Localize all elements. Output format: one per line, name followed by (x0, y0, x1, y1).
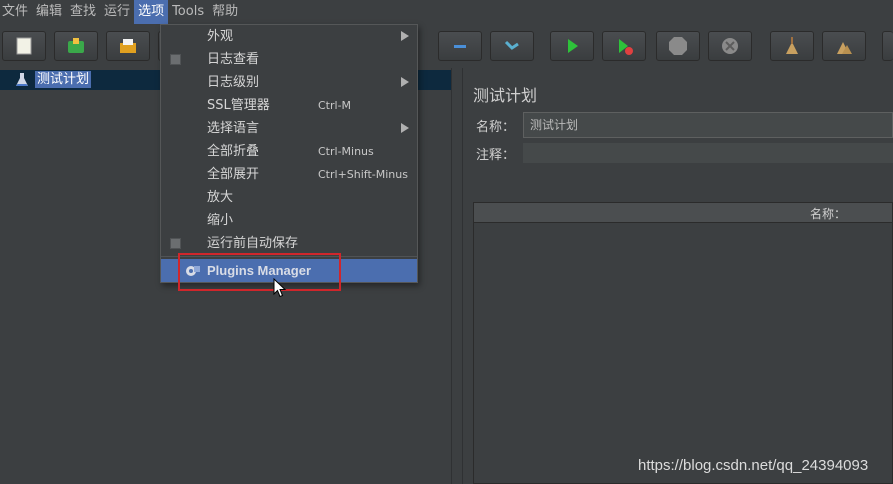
shutdown-button[interactable] (708, 31, 752, 61)
toggle-icon (504, 40, 519, 50)
menu-item-language[interactable]: 选择语言 (161, 117, 417, 140)
menu-tools[interactable]: Tools (168, 0, 208, 24)
options-menu: 外观 日志查看 日志级别 SSL管理器 Ctrl-M 选择语言 全部折叠 Ctr… (160, 24, 418, 283)
menu-search[interactable]: 查找 (66, 0, 100, 24)
note-row: 注释： (473, 142, 893, 164)
menu-item-appearance[interactable]: 外观 (161, 25, 417, 48)
menu-item-label: 放大 (207, 190, 234, 205)
note-field[interactable] (523, 143, 893, 163)
menu-item-label: 外观 (207, 29, 234, 44)
checkbox-icon[interactable] (170, 54, 181, 65)
tree-node-label: 测试计划 (35, 71, 92, 88)
menu-options[interactable]: 选项 (134, 0, 169, 24)
menu-file[interactable]: 文件 (0, 0, 32, 24)
collapse-icon (454, 45, 466, 48)
menu-bar: 文件 编辑 查找 运行 选项 Tools 帮助 (0, 0, 893, 24)
search-button[interactable] (882, 31, 893, 61)
templates-icon (68, 38, 84, 53)
menu-edit[interactable]: 编辑 (32, 0, 66, 24)
highlight-box (178, 253, 341, 291)
name-label: 名称： (476, 119, 516, 135)
menu-help[interactable]: 帮助 (208, 0, 242, 24)
toolbar (0, 28, 893, 66)
test-plan-panel: 测试计划 名称： 测试计划 注释： 名称： (463, 68, 893, 484)
menu-item-zoom-out[interactable]: 缩小 (161, 209, 417, 232)
menu-item-log-level[interactable]: 日志级别 (161, 71, 417, 94)
collapse-button[interactable] (438, 31, 482, 61)
menu-item-autosave[interactable]: 运行前自动保存 (161, 232, 417, 255)
stop-icon (669, 37, 687, 55)
menu-item-label: 全部折叠 (207, 144, 260, 159)
open-button[interactable] (106, 31, 150, 61)
checkbox-icon[interactable] (170, 238, 181, 249)
menu-item-zoom-in[interactable]: 放大 (161, 186, 417, 209)
menu-item-log-viewer[interactable]: 日志查看 (161, 48, 417, 71)
stop-button[interactable] (656, 31, 700, 61)
name-field[interactable]: 测试计划 (523, 112, 893, 138)
menu-item-label: 全部展开 (207, 167, 260, 182)
variables-table: 名称： (473, 202, 893, 484)
templates-button[interactable] (54, 31, 98, 61)
clear-all-icon (837, 42, 852, 54)
start-no-pause-button[interactable] (602, 31, 646, 61)
mouse-cursor-icon (273, 278, 287, 298)
start-icon (568, 39, 578, 53)
menu-item-shortcut: Ctrl+Shift-Minus (318, 168, 408, 181)
menu-item-collapse-all[interactable]: 全部折叠 Ctrl-Minus (161, 140, 417, 163)
menu-item-label: 选择语言 (207, 121, 260, 136)
menu-item-ssl-manager[interactable]: SSL管理器 Ctrl-M (161, 94, 417, 117)
panel-title: 测试计划 (473, 86, 538, 105)
start-button[interactable] (550, 31, 594, 61)
flask-icon (16, 73, 28, 86)
menu-item-label: 日志级别 (207, 75, 260, 90)
watermark: https://blog.csdn.net/qq_24394093 (638, 457, 869, 474)
new-icon (16, 37, 32, 55)
menu-item-label: SSL管理器 (207, 98, 270, 113)
shutdown-icon (722, 38, 738, 54)
menu-item-label: 缩小 (207, 213, 234, 228)
open-icon (120, 39, 136, 53)
clear-button[interactable] (770, 31, 814, 61)
menu-item-shortcut: Ctrl-Minus (318, 145, 374, 158)
toggle-button[interactable] (490, 31, 534, 61)
menu-item-expand-all[interactable]: 全部展开 Ctrl+Shift-Minus (161, 163, 417, 186)
submenu-arrow-icon (401, 31, 409, 41)
submenu-arrow-icon (401, 123, 409, 133)
table-header: 名称： (474, 203, 892, 223)
new-button[interactable] (2, 31, 46, 61)
menu-run[interactable]: 运行 (100, 0, 134, 24)
table-header-name: 名称： (810, 207, 847, 221)
menu-item-shortcut: Ctrl-M (318, 99, 352, 112)
menu-item-label: 日志查看 (207, 52, 260, 67)
clear-icon (786, 37, 798, 54)
note-label: 注释： (476, 147, 516, 163)
name-row: 名称： 测试计划 (473, 112, 893, 138)
clear-all-button[interactable] (822, 31, 866, 61)
menu-item-label: 运行前自动保存 (207, 236, 299, 251)
submenu-arrow-icon (401, 77, 409, 87)
start-no-pause-icon (619, 39, 633, 55)
pane-splitter[interactable] (451, 68, 463, 484)
